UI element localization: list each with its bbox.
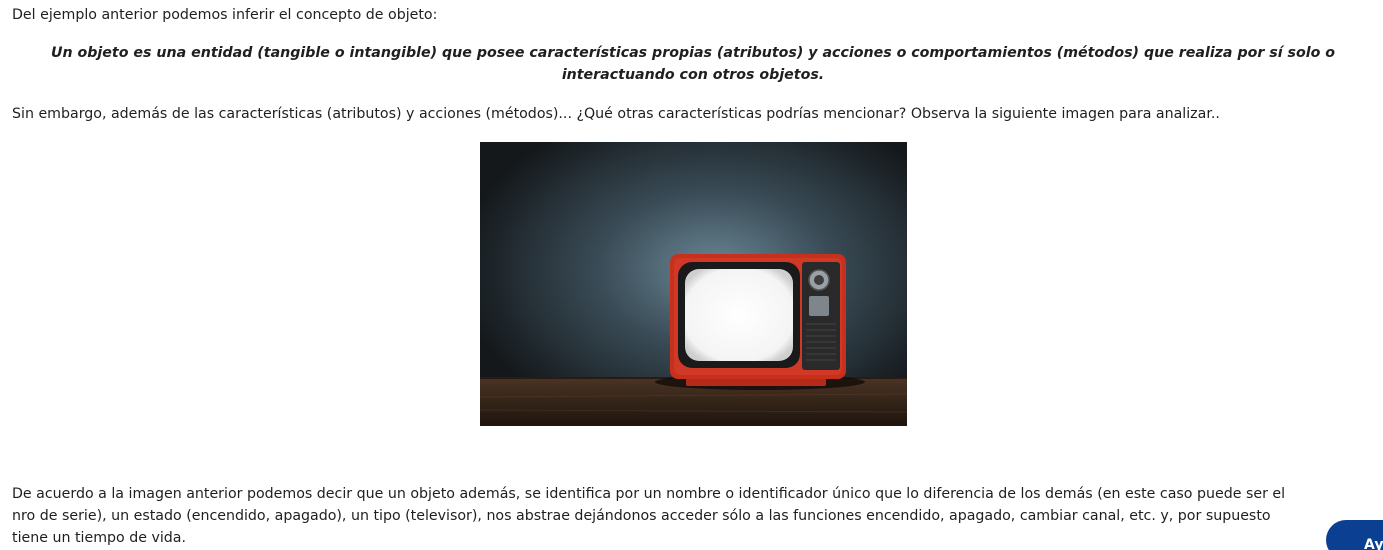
lesson-page: Del ejemplo anterior podemos inferir el … [0,0,1383,550]
definition-line-2: interactuando con otros objetos. [561,67,825,83]
definition-line-1: Un objeto es una entidad (tangible o int… [50,45,1336,61]
conclusion-line-3: tiene un tiempo de vida. [12,530,186,546]
retro-tv-illustration [480,142,907,426]
conclusion-text: De acuerdo a la imagen anterior podemos … [12,483,1372,549]
help-button[interactable]: Ayu [1326,520,1383,550]
conclusion-line-2: nro de serie), un estado (encendido, apa… [12,508,1271,524]
question-text: Sin embargo, además de las característic… [12,106,1220,122]
object-definition: Un objeto es una entidad (tangible o int… [40,42,1346,86]
conclusion-line-1: De acuerdo a la imagen anterior podemos … [12,486,1286,502]
retro-tv-image [480,142,907,426]
intro-text: Del ejemplo anterior podemos inferir el … [12,7,438,23]
